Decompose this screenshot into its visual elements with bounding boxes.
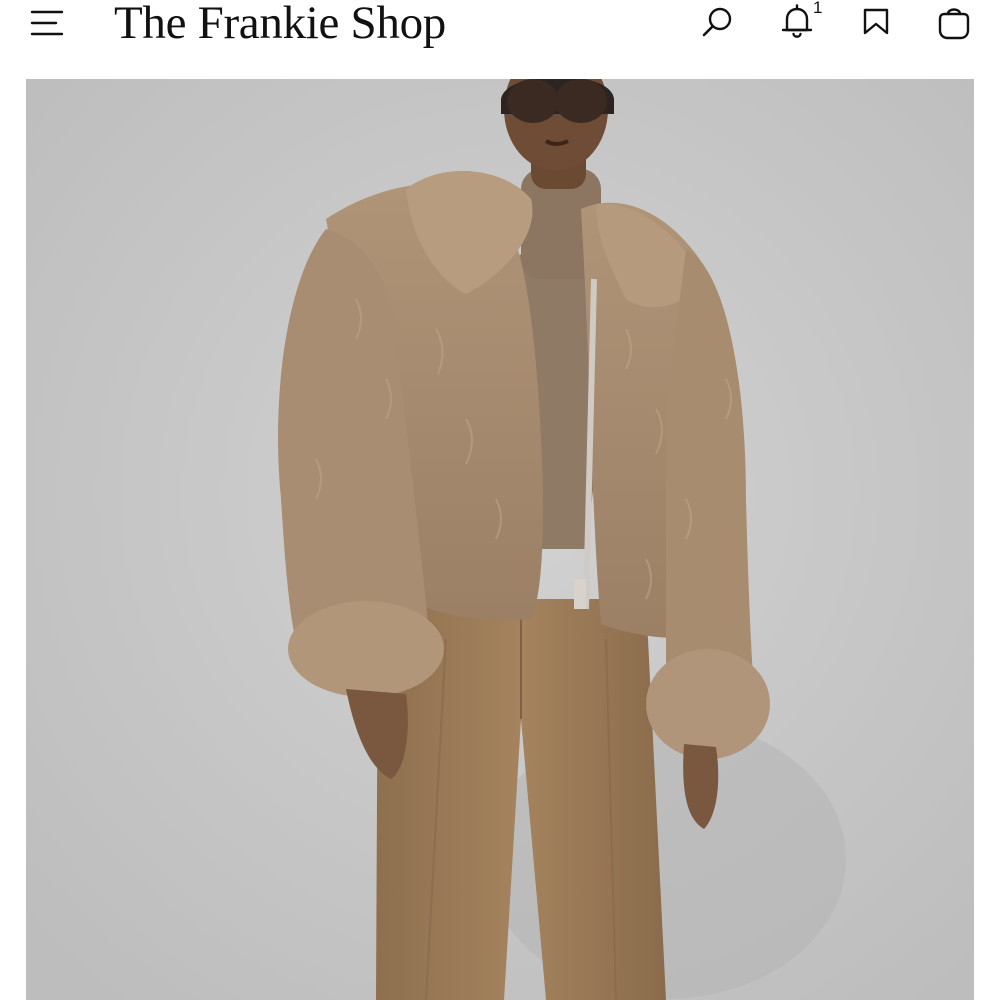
notification-count-badge: 1: [813, 0, 823, 17]
bell-icon: [781, 4, 813, 38]
brand-logo[interactable]: The Frankie Shop: [114, 0, 446, 50]
shopping-bag-icon: [938, 8, 970, 40]
hamburger-menu-icon: [30, 10, 64, 36]
search-button[interactable]: [698, 2, 738, 42]
bookmark-icon: [863, 8, 889, 35]
menu-button[interactable]: [28, 3, 68, 43]
shopping-bag-button[interactable]: [934, 2, 974, 42]
site-header: The Frankie Shop 1: [0, 0, 1000, 78]
product-image[interactable]: [26, 79, 974, 1000]
notifications-button[interactable]: [777, 2, 817, 42]
saved-items-button[interactable]: [856, 2, 896, 42]
search-icon: [702, 7, 732, 37]
product-photo-illustration: [26, 79, 974, 1000]
